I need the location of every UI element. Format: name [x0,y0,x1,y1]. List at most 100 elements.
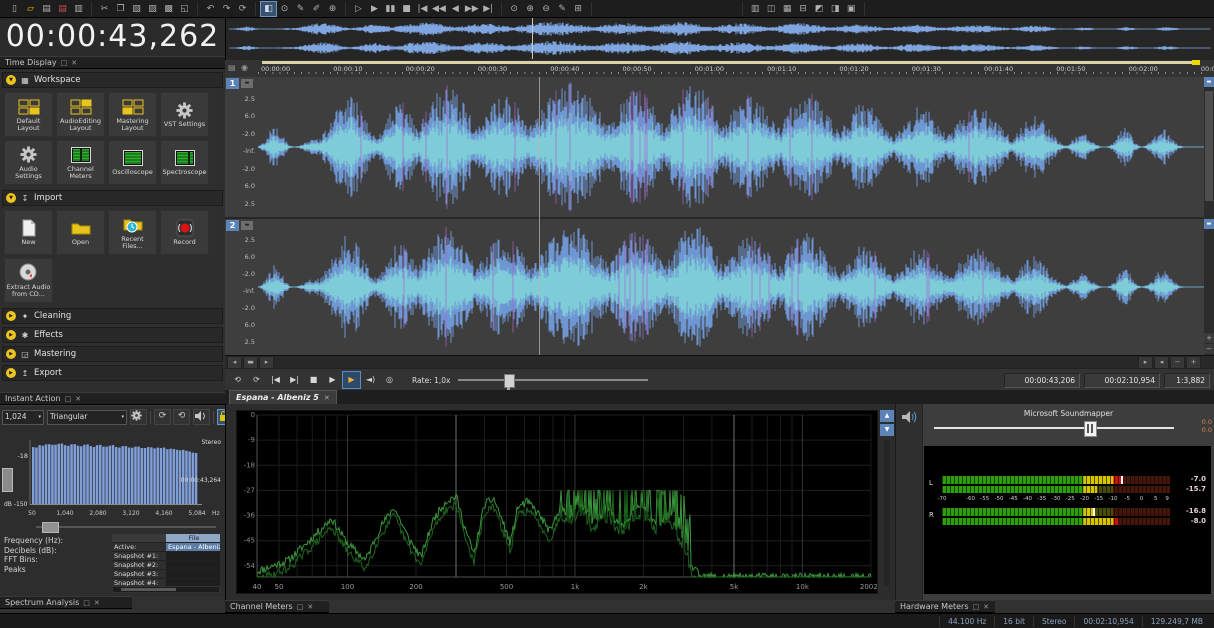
action-channel-meters[interactable]: Channel Meters [56,140,105,185]
refresh-button[interactable]: ⟳ [154,409,171,425]
meter-side-track[interactable] [884,440,890,585]
playback-cursor[interactable] [539,77,540,355]
freq-scroll-thumb[interactable] [42,522,59,533]
edit-tool-button[interactable]: ✎ [293,2,308,16]
channel-minimize-button[interactable]: ▬ [241,221,253,230]
waveform-channel-2[interactable]: 2 ▬ 2.5 6.0 -2.0 -inf. -2.0 6.0 2.5 [225,219,1214,356]
action-open[interactable]: Open [56,210,105,255]
go-to-start-button[interactable]: |◀ [415,2,430,16]
overview-waveform[interactable] [225,18,1214,60]
table-row[interactable]: Snapshot #3: [112,570,220,579]
channel-minimize-button[interactable]: ▬ [241,79,253,88]
expand-arrow-icon[interactable]: ▶ [6,368,16,378]
hardware-meters-tab[interactable]: Hardware Meters □ ✕ [895,600,995,613]
zoom-in-button[interactable]: ⊕ [523,2,538,16]
play-button[interactable]: ▶ [367,2,382,16]
paste-special-button[interactable]: ▩ [161,2,176,16]
copy-button[interactable]: ❐ [113,2,128,16]
sweep-button[interactable]: ⟲ [173,409,190,425]
window-toggle-button[interactable]: ▣ [844,2,859,16]
close-panel-icon[interactable]: ✕ [983,603,989,611]
section-header-cleaning[interactable]: ▶ ✦ Cleaning [2,308,223,324]
float-panel-icon[interactable]: □ [973,603,980,611]
zoom-in-vertical-button[interactable]: + [1204,333,1214,343]
cut-button[interactable]: ✂ [97,2,112,16]
section-header-export[interactable]: ▶ ↥ Export [2,365,223,381]
float-panel-icon[interactable]: □ [61,59,68,67]
vertical-scrollbar[interactable]: ▬ ▬ + − [1204,77,1214,355]
paste-mix-button[interactable]: ▨ [145,2,160,16]
monitor-speaker-button[interactable] [193,409,210,425]
stop-button[interactable]: ■ [399,2,414,16]
play-button[interactable]: ▶ [324,372,341,388]
action-audio-settings[interactable]: Audio Settings [4,140,53,185]
new-file-button[interactable]: ▯ [7,2,22,16]
rate-slider-thumb[interactable] [504,374,516,388]
file-tab[interactable]: Espana - Albeniz 5 ✕ [229,390,337,404]
loop-playback-button[interactable]: ⟲ [229,372,246,388]
action-recent-files[interactable]: Recent Files... [108,210,157,255]
snap-toggle-icon[interactable]: ◉ [241,63,248,72]
pause-button[interactable]: ▮▮ [383,2,398,16]
output-gain-thumb[interactable] [1084,421,1097,437]
section-header-effects[interactable]: ▶ ✱ Effects [2,327,223,343]
play-all-button[interactable]: ▷ [351,2,366,16]
stop-button[interactable]: ■ [305,372,322,388]
channel-meters-toggle-button[interactable]: ▥ [748,2,763,16]
action-spectroscope[interactable]: Spectroscope [160,140,209,185]
loop-all-button[interactable]: ⟳ [248,372,265,388]
save-as-button[interactable]: ▤ [55,2,70,16]
output-gain-slider[interactable] [934,427,1174,429]
section-header-mastering[interactable]: ▶ ◲ Mastering [2,346,223,362]
settings-gear-button[interactable] [130,409,147,425]
speaker-icon[interactable] [901,410,917,424]
time-display-tab[interactable]: Time Display □ ✕ [0,56,225,69]
magnify-tool-button[interactable]: ⊙ [277,2,292,16]
channel-number-1[interactable]: 1 [226,78,239,89]
loop-region-bar[interactable] [262,61,1200,64]
expand-arrow-icon[interactable]: ▶ [6,349,16,359]
save-all-button[interactable]: ▥ [71,2,86,16]
repeat-button[interactable]: ⟳ [235,2,250,16]
meter-down-button[interactable]: ▼ [880,424,894,436]
section-header-import[interactable]: ▼ ↧ Import [2,190,223,206]
pencil-tool-button[interactable]: ✐ [309,2,324,16]
time-ruler[interactable]: ▤ ◉ 00:00:00 00:00:10 00:00:20 00:00:30 00:0… [225,60,1214,78]
action-vst-settings[interactable]: VST Settings [160,92,209,137]
go-to-start-button[interactable]: |◀ [267,372,284,388]
scrub-button[interactable]: ◎ [381,372,398,388]
zoom-out-vertical-button[interactable]: − [1204,344,1214,354]
save-button[interactable]: ▤ [39,2,54,16]
dock-toggle-button[interactable]: ◨ [828,2,843,16]
open-file-button[interactable]: ▱ [23,2,38,16]
float-panel-icon[interactable]: □ [83,599,90,607]
zoom-selection-button[interactable]: ⊙ [507,2,522,16]
action-new[interactable]: New [4,210,53,255]
expand-arrow-icon[interactable]: ▼ [6,193,16,203]
region-tool-button[interactable]: ⊞ [571,2,586,16]
action-record[interactable]: Record [160,210,209,255]
expand-arrow-icon[interactable]: ▼ [6,75,16,85]
table-row[interactable]: Active: Espana - Albeniz [112,543,220,552]
oscilloscope-toggle-button[interactable]: ⊟ [796,2,811,16]
undo-button[interactable]: ↶ [203,2,218,16]
channel-2-collapse-button[interactable]: ▬ [1204,219,1214,229]
close-panel-icon[interactable]: ✕ [75,395,81,403]
action-audioediting-layout[interactable]: AudioEditing Layout [56,92,105,137]
float-panel-icon[interactable]: □ [64,395,71,403]
expand-arrow-icon[interactable]: ▶ [6,330,16,340]
meter-up-button[interactable]: ▲ [880,410,894,422]
marker-tool-button[interactable]: ✎ [555,2,570,16]
float-panel-icon[interactable]: □ [297,603,304,611]
action-oscilloscope[interactable]: Oscilloscope [108,140,157,185]
waveform-channel-1[interactable]: 1 ▬ 2.5 6.0 -2.0 -inf. -2.0 6.0 2.5 [225,77,1214,219]
loop-end-marker[interactable] [1192,60,1200,65]
fft-size-select[interactable]: 1,024 ▾ [2,409,44,425]
play-device-button[interactable]: ▶ [342,371,361,389]
marker-tool-icon[interactable]: ▤ [228,63,236,72]
zoom-out-button[interactable]: ⊖ [539,2,554,16]
section-header-workspace[interactable]: ▼ ▦ Workspace [2,72,223,88]
go-to-end-button[interactable]: ▶| [481,2,496,16]
window-type-select[interactable]: Triangular ▾ [47,409,127,425]
channel-number-2[interactable]: 2 [226,220,239,231]
